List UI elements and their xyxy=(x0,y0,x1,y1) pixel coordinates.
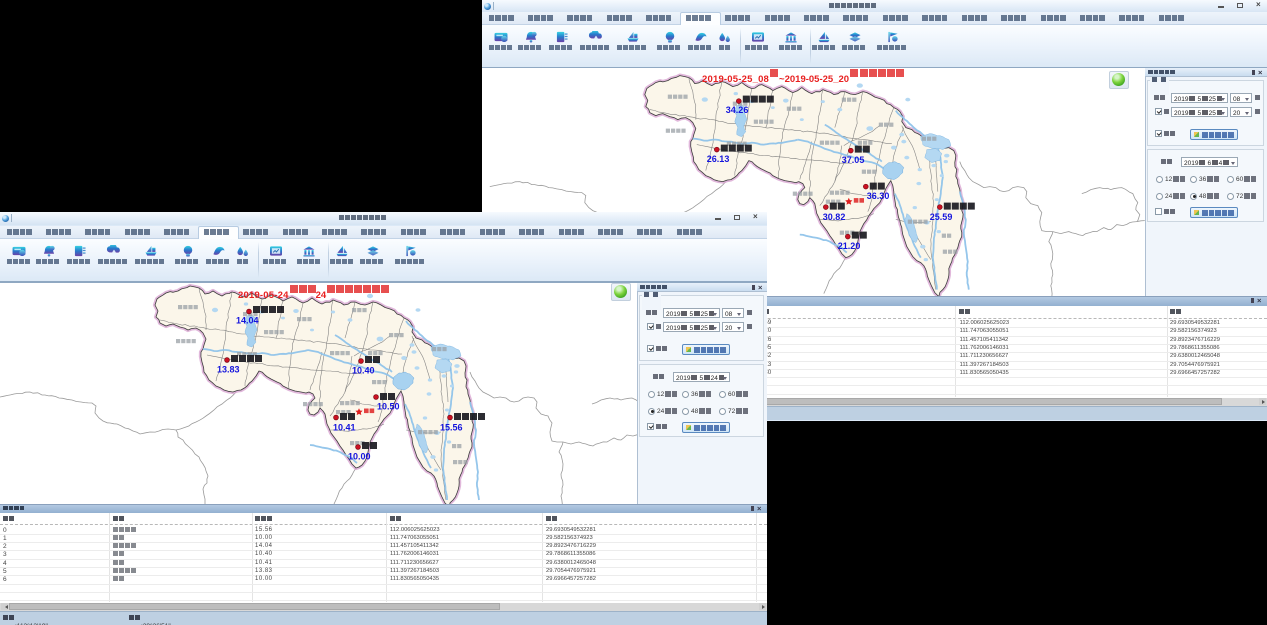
svg-text:10.41: 10.41 xyxy=(333,423,356,433)
svg-text:10.50: 10.50 xyxy=(377,402,400,412)
svg-text:14.04: 14.04 xyxy=(236,316,259,326)
svg-text:26.13: 26.13 xyxy=(707,154,730,164)
svg-text:15.56: 15.56 xyxy=(440,423,463,433)
svg-text:30.82: 30.82 xyxy=(823,212,846,222)
svg-text:34.26: 34.26 xyxy=(726,105,749,115)
svg-text:37.05: 37.05 xyxy=(842,155,865,165)
svg-text:25.59: 25.59 xyxy=(930,212,953,222)
svg-text:13.83: 13.83 xyxy=(217,365,240,375)
svg-text:10.00: 10.00 xyxy=(348,452,371,462)
svg-text:10.40: 10.40 xyxy=(352,366,375,376)
svg-text:21.20: 21.20 xyxy=(838,241,861,251)
svg-text:36.30: 36.30 xyxy=(867,191,890,201)
